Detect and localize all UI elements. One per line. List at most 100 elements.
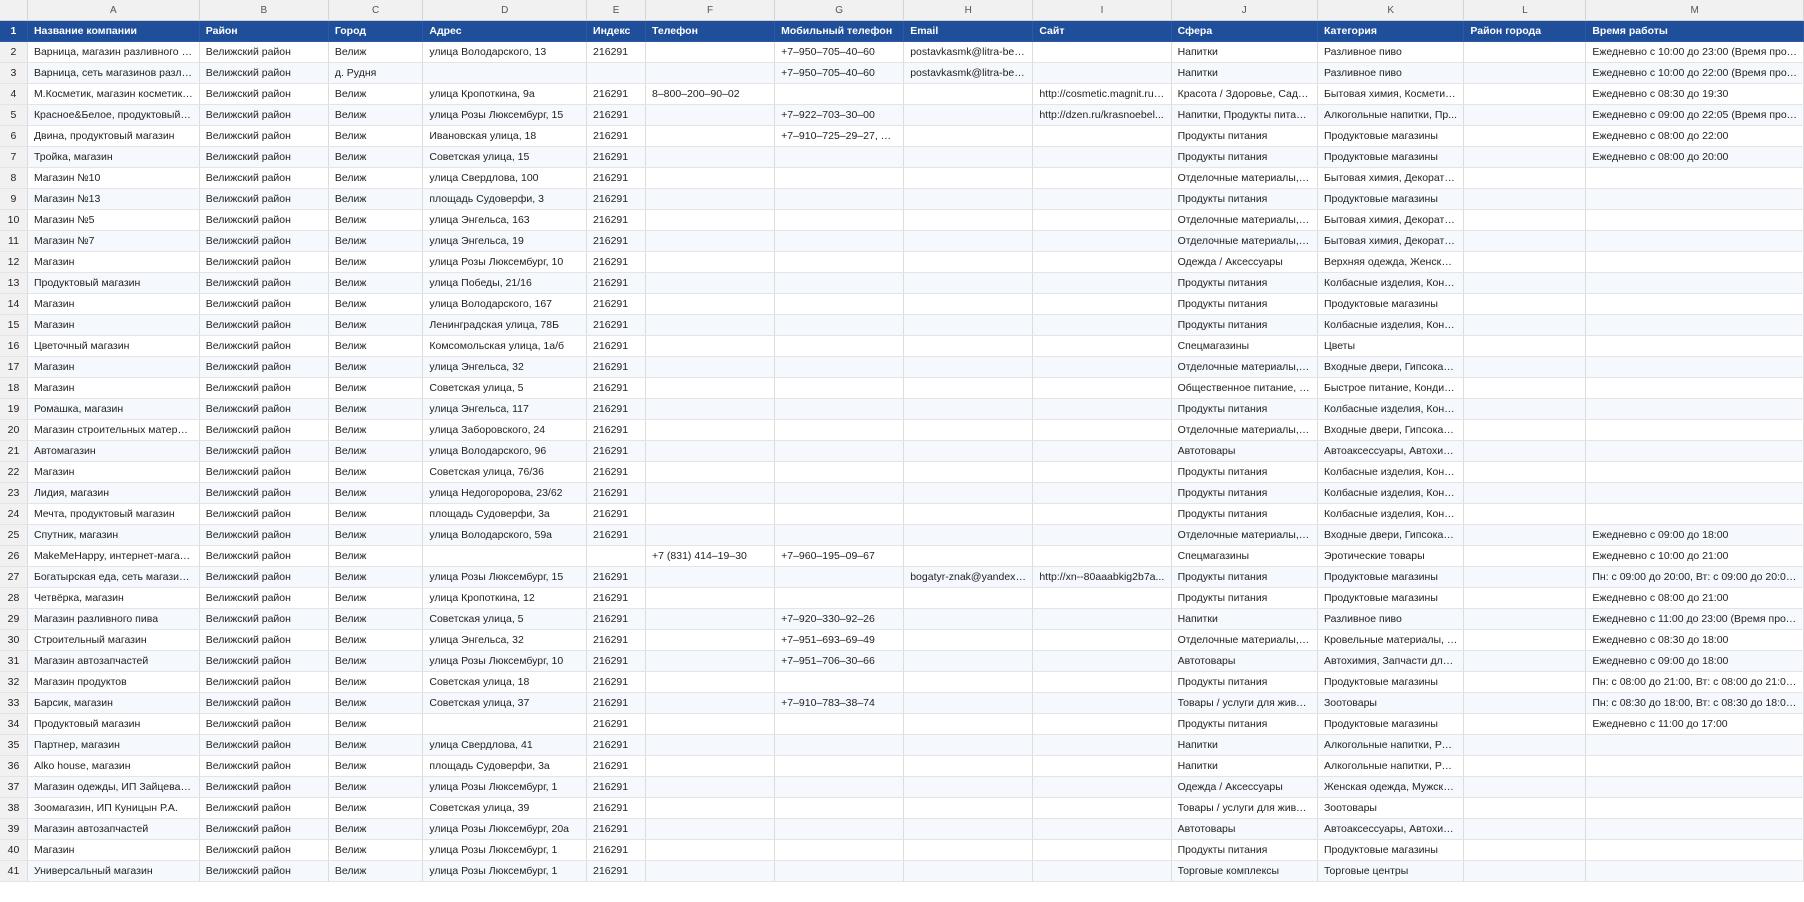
cell-m[interactable]: Ежедневно с 08:30 до 18:00 bbox=[1585, 629, 1804, 651]
cell-f[interactable] bbox=[645, 62, 776, 84]
cell-i[interactable] bbox=[1032, 377, 1172, 399]
cell-j[interactable]: Продукты питания bbox=[1171, 461, 1318, 483]
cell-g[interactable] bbox=[774, 146, 905, 168]
cell-e[interactable]: 216291 bbox=[586, 629, 646, 651]
cell-j[interactable]: Продукты питания bbox=[1171, 503, 1318, 525]
cell-e[interactable]: 216291 bbox=[586, 314, 646, 336]
cell-e[interactable]: 216291 bbox=[586, 755, 646, 777]
cell-c[interactable]: Велиж bbox=[328, 83, 424, 105]
cell-k[interactable]: Продуктовые магазины bbox=[1317, 188, 1465, 210]
cell-b[interactable]: Велижский район bbox=[199, 440, 329, 462]
row-number[interactable]: 6 bbox=[0, 125, 28, 147]
cell-j[interactable]: Продукты питания bbox=[1171, 125, 1318, 147]
cell-h[interactable] bbox=[903, 692, 1034, 714]
cell-a[interactable]: Барсик, магазин bbox=[27, 692, 200, 714]
cell-g[interactable] bbox=[774, 272, 905, 294]
row-number[interactable]: 11 bbox=[0, 230, 28, 252]
cell-i[interactable] bbox=[1032, 167, 1172, 189]
cell-j[interactable]: Продукты питания bbox=[1171, 272, 1318, 294]
cell-m[interactable] bbox=[1585, 167, 1804, 189]
row-number[interactable]: 19 bbox=[0, 398, 28, 420]
cell-g[interactable] bbox=[774, 188, 905, 210]
cell-i[interactable] bbox=[1032, 356, 1172, 378]
column-letter-g[interactable]: G bbox=[774, 0, 905, 21]
cell-g[interactable] bbox=[774, 314, 905, 336]
cell-m[interactable] bbox=[1585, 230, 1804, 252]
cell-d[interactable]: улица Энгельса, 19 bbox=[422, 230, 588, 252]
cell-e[interactable]: 216291 bbox=[586, 839, 646, 861]
cell-d[interactable]: улица Розы Люксембург, 15 bbox=[422, 104, 588, 126]
row-number[interactable]: 28 bbox=[0, 587, 28, 609]
cell-i[interactable] bbox=[1032, 650, 1172, 672]
cell-d[interactable]: Советская улица, 76/36 bbox=[422, 461, 588, 483]
cell-a[interactable]: Зоомагазин, ИП Куницын Р.А. bbox=[27, 797, 200, 819]
cell-m[interactable] bbox=[1585, 293, 1804, 315]
cell-g[interactable]: +7–922–703–30–00 bbox=[774, 104, 905, 126]
cell-e[interactable]: 216291 bbox=[586, 356, 646, 378]
cell-h[interactable] bbox=[903, 797, 1034, 819]
cell-h[interactable] bbox=[903, 503, 1034, 525]
cell-k[interactable]: Входные двери, Гипсокарт... bbox=[1317, 419, 1465, 441]
cell-e[interactable]: 216291 bbox=[586, 251, 646, 273]
cell-k[interactable]: Колбасные изделия, Конд... bbox=[1317, 272, 1465, 294]
cell-g[interactable] bbox=[774, 713, 905, 735]
cell-m[interactable] bbox=[1585, 839, 1804, 861]
cell-l[interactable] bbox=[1463, 41, 1587, 63]
cell-e[interactable]: 216291 bbox=[586, 503, 646, 525]
cell-i[interactable] bbox=[1032, 230, 1172, 252]
cell-e[interactable]: 216291 bbox=[586, 230, 646, 252]
cell-l[interactable] bbox=[1463, 146, 1587, 168]
cell-c[interactable]: Велиж bbox=[328, 818, 424, 840]
cell-c[interactable]: Велиж bbox=[328, 272, 424, 294]
cell-j[interactable]: Автотовары bbox=[1171, 650, 1318, 672]
cell-b[interactable]: Велижский район bbox=[199, 482, 329, 504]
cell-f[interactable] bbox=[645, 608, 776, 630]
cell-k[interactable]: Автоаксессуары, Автохими... bbox=[1317, 818, 1465, 840]
cell-l[interactable] bbox=[1463, 776, 1587, 798]
cell-a[interactable]: Магазин одежды, ИП Зайцева Н.М. bbox=[27, 776, 200, 798]
cell-h[interactable] bbox=[903, 104, 1034, 126]
cell-a[interactable]: Варница, сеть магазинов разливного ... bbox=[27, 62, 200, 84]
cell-i[interactable] bbox=[1032, 860, 1172, 882]
cell-b[interactable]: Велижский район bbox=[199, 692, 329, 714]
cell-k[interactable]: Бытовая химия, Декоратив... bbox=[1317, 230, 1465, 252]
row-number[interactable]: 37 bbox=[0, 776, 28, 798]
cell-e[interactable] bbox=[586, 545, 646, 567]
cell-a[interactable]: MakeMeHappy, интернет-магазин для... bbox=[27, 545, 200, 567]
cell-i[interactable] bbox=[1032, 41, 1172, 63]
cell-d[interactable]: улица Розы Люксембург, 1 bbox=[422, 839, 588, 861]
cell-d[interactable]: Комсомольская улица, 1а/б bbox=[422, 335, 588, 357]
cell-m[interactable] bbox=[1585, 251, 1804, 273]
cell-m[interactable]: Ежедневно с 10:00 до 23:00 (Время прода.… bbox=[1585, 41, 1804, 63]
row-number[interactable]: 27 bbox=[0, 566, 28, 588]
cell-f[interactable] bbox=[645, 293, 776, 315]
cell-c[interactable]: Велиж bbox=[328, 608, 424, 630]
cell-c[interactable]: Велиж bbox=[328, 776, 424, 798]
cell-c[interactable]: Велиж bbox=[328, 377, 424, 399]
column-letter-b[interactable]: B bbox=[199, 0, 329, 21]
cell-a[interactable]: Двина, продуктовый магазин bbox=[27, 125, 200, 147]
cell-b[interactable]: Велижский район bbox=[199, 146, 329, 168]
cell-e[interactable]: 216291 bbox=[586, 524, 646, 546]
cell-d[interactable]: улица Володарского, 13 bbox=[422, 41, 588, 63]
cell-i[interactable] bbox=[1032, 440, 1172, 462]
cell-e[interactable]: 216291 bbox=[586, 587, 646, 609]
cell-f[interactable] bbox=[645, 461, 776, 483]
cell-e[interactable]: 216291 bbox=[586, 566, 646, 588]
cell-e[interactable]: 216291 bbox=[586, 776, 646, 798]
cell-c[interactable]: Велиж bbox=[328, 188, 424, 210]
cell-g[interactable] bbox=[774, 230, 905, 252]
cell-b[interactable]: Велижский район bbox=[199, 167, 329, 189]
cell-d[interactable]: улица Энгельса, 163 bbox=[422, 209, 588, 231]
cell-f[interactable] bbox=[645, 755, 776, 777]
cell-c[interactable]: Велиж bbox=[328, 482, 424, 504]
cell-e[interactable]: 216291 bbox=[586, 797, 646, 819]
cell-b[interactable]: Велижский район bbox=[199, 83, 329, 105]
cell-e[interactable]: 216291 bbox=[586, 713, 646, 735]
cell-c[interactable]: Велиж bbox=[328, 440, 424, 462]
row-number[interactable]: 35 bbox=[0, 734, 28, 756]
cell-i[interactable] bbox=[1032, 419, 1172, 441]
cell-h[interactable] bbox=[903, 146, 1034, 168]
cell-a[interactable]: Магазин №13 bbox=[27, 188, 200, 210]
header-cell[interactable]: Сайт bbox=[1032, 20, 1172, 42]
